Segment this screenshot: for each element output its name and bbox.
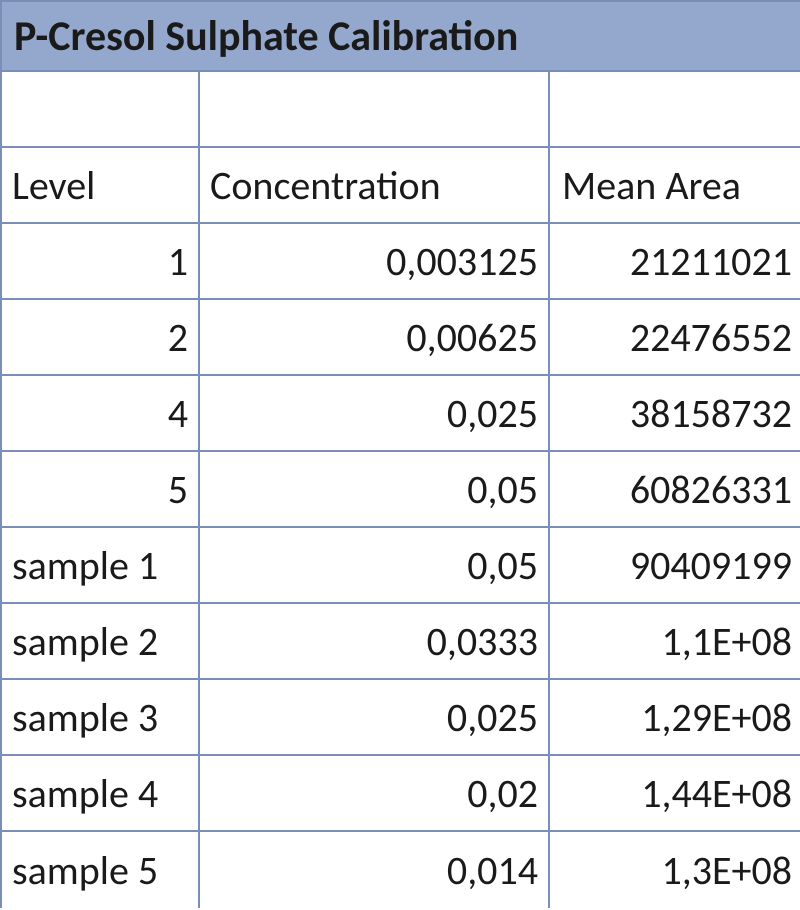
cell-level: sample 2 <box>0 604 200 680</box>
data-rows: 10,0031252121102120,006252247655240,0253… <box>0 224 800 908</box>
cell-concentration: 0,05 <box>200 452 550 528</box>
cell-concentration: 0,05 <box>200 528 550 604</box>
header-concentration: Concentration <box>200 148 550 224</box>
cell-mean-area: 60826331 <box>550 452 800 528</box>
header-row: Level Concentration Mean Area <box>0 148 800 224</box>
cell-concentration: 0,00625 <box>200 300 550 376</box>
table-row: 50,0560826331 <box>0 452 800 528</box>
blank-cell <box>200 72 550 148</box>
header-mean-area: Mean Area <box>550 148 800 224</box>
cell-mean-area: 1,3E+08 <box>550 832 800 908</box>
cell-mean-area: 90409199 <box>550 528 800 604</box>
cell-mean-area: 1,44E+08 <box>550 756 800 832</box>
cell-concentration: 0,025 <box>200 376 550 452</box>
cell-level: 1 <box>0 224 200 300</box>
cell-level: 5 <box>0 452 200 528</box>
table-row: sample 40,021,44E+08 <box>0 756 800 832</box>
cell-mean-area: 1,29E+08 <box>550 680 800 756</box>
spreadsheet-table: P-Cresol Sulphate Calibration Level Conc… <box>0 0 800 910</box>
cell-mean-area: 21211021 <box>550 224 800 300</box>
cell-concentration: 0,0333 <box>200 604 550 680</box>
table-title: P-Cresol Sulphate Calibration <box>14 11 518 62</box>
blank-cell <box>550 72 800 148</box>
cell-mean-area: 22476552 <box>550 300 800 376</box>
cell-concentration: 0,003125 <box>200 224 550 300</box>
table-row: sample 20,03331,1E+08 <box>0 604 800 680</box>
cell-level: sample 3 <box>0 680 200 756</box>
cell-mean-area: 1,1E+08 <box>550 604 800 680</box>
header-level: Level <box>0 148 200 224</box>
cell-level: sample 5 <box>0 832 200 908</box>
table-row: sample 30,0251,29E+08 <box>0 680 800 756</box>
table-row: 10,00312521211021 <box>0 224 800 300</box>
blank-row <box>0 72 800 148</box>
cell-concentration: 0,02 <box>200 756 550 832</box>
table-row: sample 10,0590409199 <box>0 528 800 604</box>
cell-concentration: 0,014 <box>200 832 550 908</box>
table-row: 40,02538158732 <box>0 376 800 452</box>
blank-cell <box>0 72 200 148</box>
cell-level: 4 <box>0 376 200 452</box>
table-title-row: P-Cresol Sulphate Calibration <box>0 0 800 72</box>
cell-mean-area: 38158732 <box>550 376 800 452</box>
cell-level: sample 1 <box>0 528 200 604</box>
cell-level: sample 4 <box>0 756 200 832</box>
cell-level: 2 <box>0 300 200 376</box>
cell-concentration: 0,025 <box>200 680 550 756</box>
table-row: 20,0062522476552 <box>0 300 800 376</box>
table-row: sample 50,0141,3E+08 <box>0 832 800 908</box>
